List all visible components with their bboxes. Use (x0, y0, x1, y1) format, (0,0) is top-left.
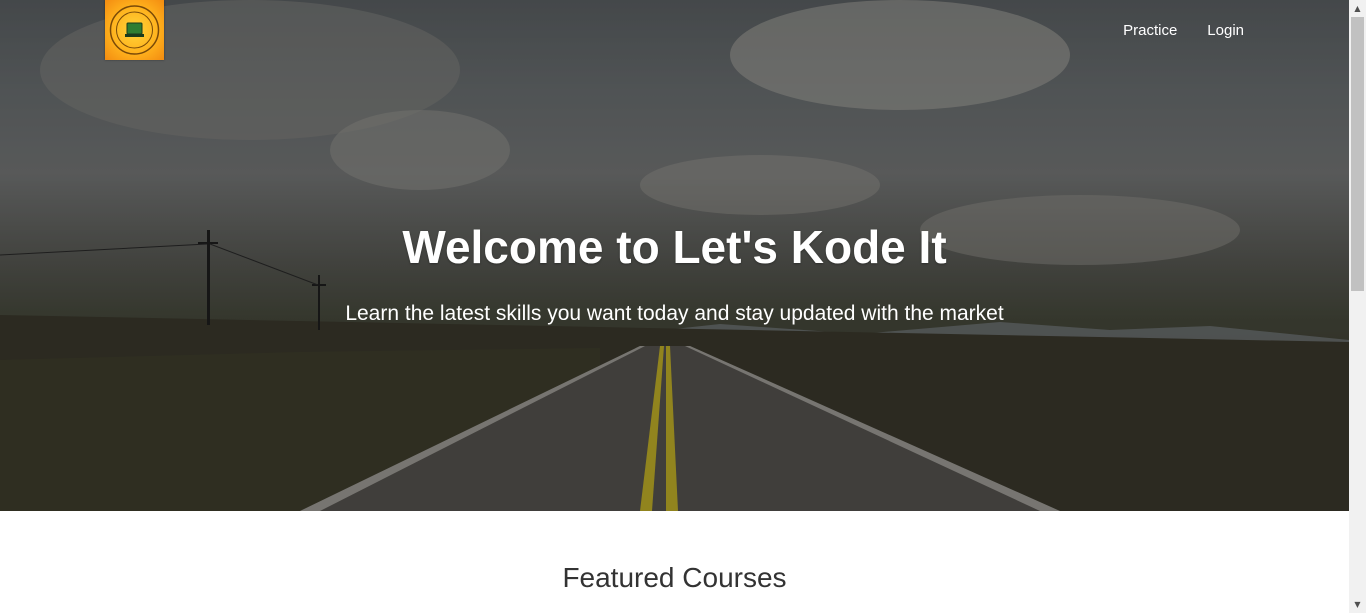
hero-subtitle: Learn the latest skills you want today a… (345, 302, 1004, 325)
logo-emblem-icon (109, 5, 160, 55)
scrollbar-thumb[interactable] (1351, 17, 1364, 291)
nav-link-practice[interactable]: Practice (1123, 20, 1177, 42)
nav-link-login[interactable]: Login (1207, 20, 1244, 42)
top-navigation: Practice Login (1123, 20, 1244, 42)
scroll-up-arrow-icon[interactable]: ▲ (1349, 0, 1366, 17)
featured-courses-heading: Featured Courses (562, 562, 787, 593)
vertical-scrollbar[interactable]: ▲ ▼ (1349, 0, 1366, 613)
featured-courses-section: Featured Courses (0, 511, 1349, 613)
site-logo[interactable] (105, 0, 164, 60)
hero-title: Welcome to Let's Kode It (402, 221, 947, 273)
hero-banner: Practice Login Welcome to Let's Kode It … (0, 0, 1349, 511)
page-viewport: Practice Login Welcome to Let's Kode It … (0, 0, 1349, 613)
scroll-down-arrow-icon[interactable]: ▼ (1349, 596, 1366, 613)
